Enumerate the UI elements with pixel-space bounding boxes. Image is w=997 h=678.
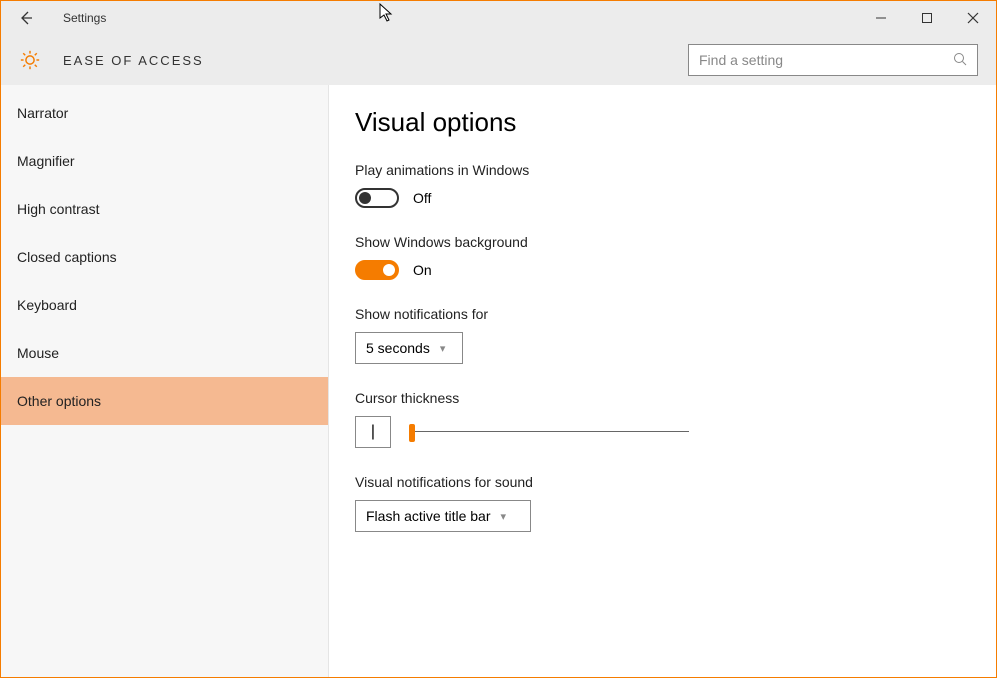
notifications-label: Show notifications for (355, 306, 970, 322)
close-icon (967, 12, 979, 24)
background-toggle[interactable] (355, 260, 399, 280)
title-bar: Settings (1, 1, 996, 35)
settings-window: Settings EASE OF ACCESS (0, 0, 997, 678)
visual-notif-value: Flash active title bar (366, 508, 491, 524)
sidebar-item-other-options[interactable]: Other options (1, 377, 328, 425)
search-wrap (688, 44, 978, 76)
search-icon (953, 52, 967, 69)
toggle-knob (383, 264, 395, 276)
chevron-down-icon: ▾ (501, 510, 507, 523)
sidebar-item-narrator[interactable]: Narrator (1, 89, 328, 137)
cursor-thickness-slider[interactable] (409, 420, 689, 444)
animations-toggle[interactable] (355, 188, 399, 208)
notifications-group: Show notifications for 5 seconds ▾ (355, 306, 970, 364)
toggle-knob (359, 192, 371, 204)
close-button[interactable] (950, 1, 996, 35)
page-heading: Visual options (355, 107, 970, 138)
animations-label: Play animations in Windows (355, 162, 970, 178)
sidebar-item-magnifier[interactable]: Magnifier (1, 137, 328, 185)
animations-state: Off (413, 190, 431, 206)
sidebar-item-label: Narrator (17, 105, 68, 121)
visual-notif-label: Visual notifications for sound (355, 474, 970, 490)
sidebar: Narrator Magnifier High contrast Closed … (1, 85, 329, 677)
content-pane: Visual options Play animations in Window… (329, 85, 996, 677)
cursor-group: Cursor thickness | (355, 390, 970, 448)
minimize-button[interactable] (858, 1, 904, 35)
gear-icon (19, 49, 41, 71)
sidebar-item-label: Other options (17, 393, 101, 409)
minimize-icon (875, 12, 887, 24)
arrow-left-icon (18, 10, 34, 26)
notifications-select[interactable]: 5 seconds ▾ (355, 332, 463, 364)
search-box[interactable] (688, 44, 978, 76)
body: Narrator Magnifier High contrast Closed … (1, 85, 996, 677)
search-input[interactable] (699, 52, 953, 68)
animations-group: Play animations in Windows Off (355, 162, 970, 208)
maximize-button[interactable] (904, 1, 950, 35)
slider-track (409, 431, 689, 432)
sidebar-item-label: Keyboard (17, 297, 77, 313)
sidebar-item-label: High contrast (17, 201, 99, 217)
notifications-value: 5 seconds (366, 340, 430, 356)
background-state: On (413, 262, 432, 278)
sidebar-item-closed-captions[interactable]: Closed captions (1, 233, 328, 281)
cursor-label: Cursor thickness (355, 390, 970, 406)
header-bar: EASE OF ACCESS (1, 35, 996, 85)
chevron-down-icon: ▾ (440, 342, 446, 355)
sidebar-item-keyboard[interactable]: Keyboard (1, 281, 328, 329)
background-label: Show Windows background (355, 234, 970, 250)
sidebar-item-high-contrast[interactable]: High contrast (1, 185, 328, 233)
background-group: Show Windows background On (355, 234, 970, 280)
sidebar-item-label: Mouse (17, 345, 59, 361)
maximize-icon (921, 12, 933, 24)
slider-thumb[interactable] (409, 424, 415, 442)
window-controls (858, 1, 996, 35)
back-button[interactable] (9, 1, 43, 35)
visual-notif-select[interactable]: Flash active title bar ▾ (355, 500, 531, 532)
section-title: EASE OF ACCESS (63, 53, 204, 68)
sidebar-item-label: Magnifier (17, 153, 75, 169)
cursor-preview: | (355, 416, 391, 448)
app-title: Settings (63, 11, 106, 25)
sidebar-item-mouse[interactable]: Mouse (1, 329, 328, 377)
visual-notifications-group: Visual notifications for sound Flash act… (355, 474, 970, 532)
sidebar-item-label: Closed captions (17, 249, 117, 265)
